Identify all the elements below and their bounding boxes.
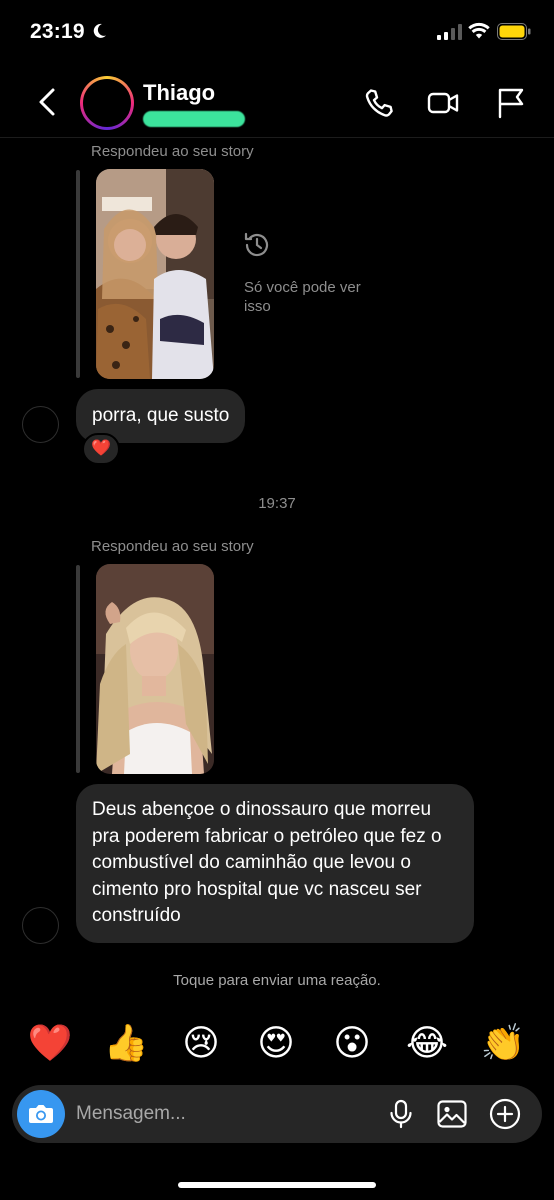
message-text: porra, que susto — [92, 405, 230, 426]
story-thumbnail[interactable] — [96, 169, 214, 379]
contact-name[interactable]: Thiago — [143, 80, 215, 106]
sender-avatar[interactable] — [22, 907, 59, 944]
laughing-reaction-button[interactable]: 😂 — [404, 1020, 450, 1066]
message-timestamp: 19:37 — [258, 495, 296, 512]
reaction-hint: Toque para enviar uma reação. — [173, 972, 381, 989]
quick-reaction-bar: ❤️ 👍 😢 😍 😮 😂 👏 — [0, 1020, 554, 1070]
story-quote-line — [76, 170, 80, 378]
contact-avatar[interactable] — [80, 76, 134, 130]
call-button[interactable] — [362, 86, 396, 120]
crying-reaction-button[interactable]: 😢 — [178, 1020, 224, 1066]
story-photo-1 — [96, 169, 214, 379]
camera-icon — [29, 1105, 53, 1123]
message-bubble[interactable]: Deus abençoe o dinossauro que morreu pra… — [76, 784, 474, 943]
heart-reaction: ❤️ — [91, 440, 111, 457]
camera-button[interactable] — [17, 1090, 65, 1138]
add-content-button[interactable] — [488, 1097, 522, 1131]
message-text: Deus abençoe o dinossauro que morreu pra… — [92, 799, 442, 926]
message-reaction-badge[interactable]: ❤️ — [82, 433, 120, 465]
microphone-button[interactable] — [384, 1097, 418, 1131]
redaction-mark — [143, 111, 245, 127]
clapping-reaction-button[interactable]: 👏 — [480, 1020, 526, 1066]
heart-eyes-reaction-button[interactable]: 😍 — [253, 1020, 299, 1066]
home-indicator[interactable] — [178, 1182, 376, 1188]
story-quote-line — [76, 565, 80, 773]
only-you-notice: Só você pode ver isso — [244, 279, 361, 315]
report-flag-button[interactable] — [494, 86, 528, 120]
heart-reaction-button[interactable]: ❤️ — [27, 1020, 73, 1066]
thumbs-up-reaction-button[interactable]: 👍 — [103, 1020, 149, 1066]
sender-avatar[interactable] — [22, 406, 59, 443]
wifi-icon — [468, 22, 490, 39]
back-button[interactable] — [34, 86, 62, 118]
signal-icon — [437, 24, 462, 40]
gallery-button[interactable] — [435, 1097, 469, 1131]
message-composer: Mensagem... — [12, 1085, 542, 1143]
status-bar: 23:19 — [0, 0, 554, 66]
surprised-reaction-button[interactable]: 😮 — [329, 1020, 375, 1066]
story-thumbnail[interactable] — [96, 564, 214, 774]
story-photo-2 — [96, 564, 214, 774]
story-reply-label: Respondeu ao seu story — [91, 143, 254, 160]
status-time: 23:19 — [30, 20, 85, 43]
moon-icon — [93, 23, 106, 38]
battery-icon — [497, 23, 531, 40]
video-call-button[interactable] — [426, 86, 460, 120]
history-icon — [244, 232, 269, 257]
story-reply-label: Respondeu ao seu story — [91, 538, 254, 555]
chat-header: Thiago — [0, 66, 554, 138]
message-input[interactable]: Mensagem... — [76, 1085, 186, 1143]
